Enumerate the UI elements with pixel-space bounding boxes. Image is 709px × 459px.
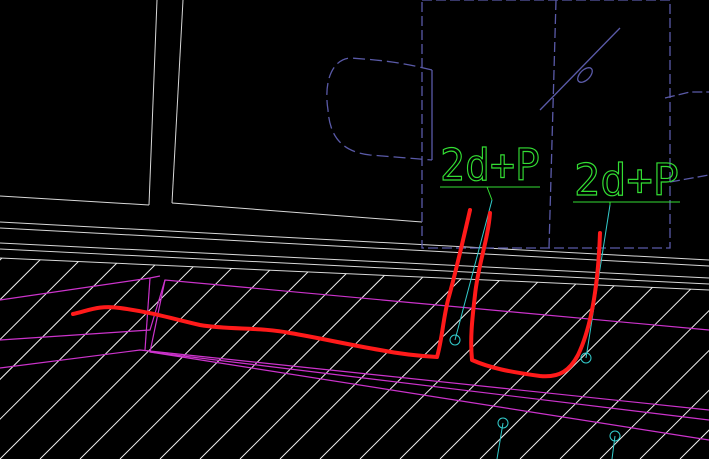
markup-path-left (71, 208, 472, 359)
cad-drawing-viewport[interactable]: 2d+P 2d+P (0, 0, 709, 459)
fixture-label-left: 2d+P (440, 140, 540, 191)
wall-lines (0, 0, 709, 291)
leader-lines (449, 199, 621, 459)
markup-path-right (469, 211, 602, 379)
curb-lines (0, 275, 709, 441)
fixture-outlines (326, 0, 709, 249)
fixture-label-right: 2d+P (574, 155, 679, 206)
